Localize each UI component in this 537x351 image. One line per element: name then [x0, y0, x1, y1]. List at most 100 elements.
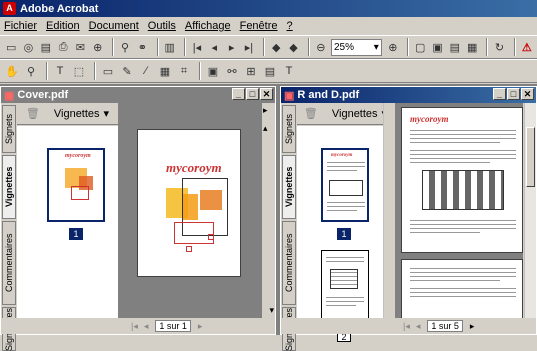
- note-icon[interactable]: ▭: [100, 63, 116, 79]
- touchup-text-icon[interactable]: T: [281, 63, 297, 79]
- search-icon[interactable]: ⚭: [135, 39, 149, 55]
- menu-affichage[interactable]: Affichage: [185, 20, 231, 32]
- text-line: [410, 292, 516, 293]
- window-title: R and D.pdf: [297, 89, 360, 101]
- back-icon[interactable]: ◆: [269, 39, 283, 55]
- prev-page-icon[interactable]: ◂: [207, 39, 221, 55]
- first-page-icon[interactable]: |◂: [131, 321, 138, 332]
- vertical-scrollbar[interactable]: [524, 103, 536, 318]
- text-line: [410, 296, 516, 297]
- next-page-icon[interactable]: ▸: [470, 321, 475, 332]
- document-view[interactable]: mycoroym: [395, 103, 523, 319]
- scroll-up-icon[interactable]: ▴: [263, 123, 268, 134]
- fit-visible-icon[interactable]: ▦: [465, 39, 479, 55]
- page-thumbnail[interactable]: mycoroym: [321, 148, 369, 222]
- last-page-icon[interactable]: ▸|: [242, 39, 256, 55]
- close-icon[interactable]: ✕: [260, 88, 273, 100]
- vertical-scrollbar[interactable]: ▸ ▴: [261, 103, 273, 318]
- zoom-select[interactable]: 25% ▾: [331, 38, 382, 56]
- save-icon[interactable]: ▤: [39, 39, 53, 55]
- window-titlebar[interactable]: ▣ Cover.pdf _ □ ✕: [1, 87, 275, 103]
- acrobat-logo-icon: A: [3, 2, 16, 15]
- first-page-icon[interactable]: |◂: [403, 321, 410, 332]
- page-indicator[interactable]: 1 sur 5: [427, 320, 463, 332]
- scroll-down-icon[interactable]: ▾: [269, 305, 274, 316]
- article-icon[interactable]: ⊞: [243, 63, 259, 79]
- zoom-out-icon[interactable]: ⊖: [314, 39, 328, 55]
- text-line: [326, 257, 364, 258]
- prev-page-icon[interactable]: ◂: [416, 321, 421, 332]
- crop-icon[interactable]: ⌗: [176, 63, 192, 79]
- prev-page-icon[interactable]: ◂: [144, 321, 149, 332]
- maximize-icon[interactable]: □: [246, 88, 259, 100]
- next-page-icon[interactable]: ▸: [224, 39, 238, 55]
- forward-icon[interactable]: ◆: [286, 39, 300, 55]
- stamp-icon[interactable]: ▦: [157, 63, 173, 79]
- separator: [307, 38, 310, 56]
- window-titlebar[interactable]: ▣ R and D.pdf _ □ ✕: [281, 87, 536, 103]
- link-icon[interactable]: ⚯: [224, 63, 240, 79]
- zoom-in-icon[interactable]: ⊕: [386, 39, 400, 55]
- menu-fichier[interactable]: Fichier: [4, 20, 37, 32]
- document-window-cover[interactable]: ▣ Cover.pdf _ □ ✕ Signets Vignettes Comm…: [0, 86, 276, 351]
- panel-menu-label[interactable]: Vignettes: [54, 108, 100, 120]
- menu-fenetre[interactable]: Fenêtre: [240, 20, 278, 32]
- find-icon[interactable]: ⚲: [118, 39, 132, 55]
- document-window-rd[interactable]: ▣ R and D.pdf _ □ ✕ Signets Vignettes Co…: [280, 86, 537, 351]
- tab-signets[interactable]: Signets: [282, 105, 296, 153]
- pdf-icon: ▣: [284, 89, 295, 102]
- page-indicator[interactable]: 1 sur 1: [155, 320, 191, 332]
- print-icon[interactable]: ⎙: [56, 39, 70, 55]
- page-number[interactable]: 1: [69, 228, 83, 240]
- panel-icon[interactable]: ▥: [163, 39, 177, 55]
- close-icon[interactable]: ✕: [521, 88, 534, 100]
- movie-icon[interactable]: ▤: [262, 63, 278, 79]
- tab-commentaires[interactable]: Commentaires: [2, 221, 16, 305]
- minimize-icon[interactable]: _: [232, 88, 245, 100]
- separator: [183, 38, 186, 56]
- menu-help[interactable]: ?: [287, 20, 293, 32]
- scroll-right-icon[interactable]: ▸: [263, 105, 268, 116]
- hand-icon[interactable]: ✋: [4, 63, 20, 79]
- chevron-down-icon[interactable]: ▾: [104, 107, 110, 120]
- text-line: [410, 142, 500, 143]
- form-icon[interactable]: ▣: [205, 63, 221, 79]
- next-page-icon[interactable]: ▸: [198, 321, 203, 332]
- page-thumbnail[interactable]: mycoroym: [47, 148, 105, 222]
- menu-document[interactable]: Document: [89, 20, 139, 32]
- tab-vignettes[interactable]: Vignettes: [282, 155, 296, 219]
- panel-scrollbar[interactable]: [383, 103, 395, 318]
- pencil-icon[interactable]: ✎: [119, 63, 135, 79]
- text-select-icon[interactable]: T: [52, 63, 68, 79]
- rotate-icon[interactable]: ↻: [492, 39, 506, 55]
- menu-outils[interactable]: Outils: [148, 20, 176, 32]
- trash-icon[interactable]: 🗑: [304, 107, 318, 120]
- menu-edition[interactable]: Edition: [46, 20, 80, 32]
- email-icon[interactable]: ✉: [73, 39, 87, 55]
- zoom-tool-icon[interactable]: ⚲: [23, 63, 39, 79]
- trash-icon[interactable]: 🗑: [26, 107, 40, 120]
- text-line: [326, 305, 356, 306]
- tab-vignettes[interactable]: Vignettes: [2, 155, 16, 219]
- open-icon[interactable]: ▭: [4, 39, 18, 55]
- open-web-icon[interactable]: ◎: [21, 39, 35, 55]
- tab-signets[interactable]: Signets: [2, 105, 16, 153]
- page-number[interactable]: 1: [337, 228, 351, 240]
- search-web-icon[interactable]: ⊕: [91, 39, 105, 55]
- text-line: [326, 301, 364, 302]
- text-line: [327, 202, 365, 203]
- acrobat-icon[interactable]: ⚠: [520, 39, 534, 55]
- graphics-select-icon[interactable]: ⬚: [71, 63, 87, 79]
- first-page-icon[interactable]: |◂: [190, 39, 204, 55]
- actual-size-icon[interactable]: ▢: [413, 39, 427, 55]
- minimize-icon[interactable]: _: [493, 88, 506, 100]
- panel-menu-label[interactable]: Vignettes: [332, 108, 378, 120]
- document-view[interactable]: mycoroym ▾: [119, 103, 274, 318]
- line-icon[interactable]: ∕: [138, 63, 154, 79]
- scroll-thumb[interactable]: [526, 127, 535, 187]
- tab-commentaires[interactable]: Commentaires: [282, 221, 296, 305]
- page-thumbnail[interactable]: [321, 250, 369, 324]
- fit-page-icon[interactable]: ▣: [430, 39, 444, 55]
- maximize-icon[interactable]: □: [507, 88, 520, 100]
- fit-width-icon[interactable]: ▤: [448, 39, 462, 55]
